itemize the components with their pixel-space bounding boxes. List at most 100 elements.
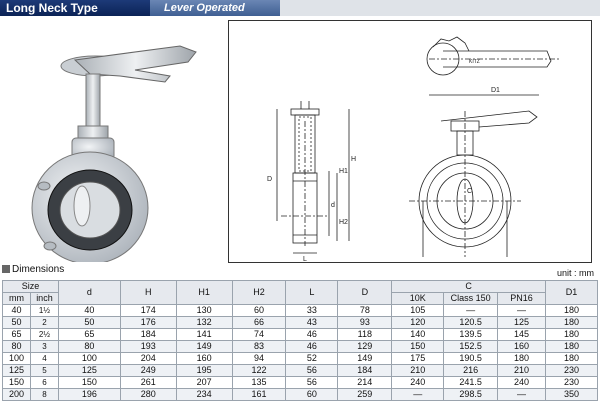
cell-c-class150: 139.5 [443,328,499,341]
front-view-drawing [409,94,539,257]
cell-inch: 6 [29,376,59,389]
valve-photo [31,45,197,262]
page-subtitle: Lever Operated [150,0,280,16]
label-small-d: d [331,202,335,209]
cell-c-pn16: 160 [497,340,547,353]
cell-h1: 130 [175,304,233,317]
cell-d1: 180 [545,304,598,317]
table-row: 80 3 80 193 149 83 46 129 150 152.5 160 … [2,340,598,353]
cell-h: 193 [119,340,177,353]
cell-d1: 230 [545,376,598,389]
cell-l: 52 [285,352,339,365]
cell-d1: 180 [545,328,598,341]
dimensions-table: Size d H H1 H2 L D C D1 mm inch 10K Clas… [2,280,598,401]
cell-c-pn16: 210 [497,364,547,377]
cell-inch: 4 [29,352,59,365]
header-c-pn16: PN16 [497,292,547,305]
table-row: 125 5 125 249 195 122 56 184 210 216 210… [2,364,598,377]
cell-h2: 74 [231,328,287,341]
cell-h1: 149 [175,340,233,353]
bullet-square-icon [2,265,10,273]
cell-dd: 259 [337,388,393,401]
cell-h: 204 [119,352,177,365]
cell-h2: 135 [231,376,287,389]
cell-h1: 132 [175,316,233,329]
table-row: 200 8 196 280 234 161 60 259 — 298.5 — 3… [2,388,598,401]
cell-l: 60 [285,388,339,401]
label-d1: D1 [491,87,500,94]
cell-inch: 5 [29,364,59,377]
cell-dd: 78 [337,304,393,317]
cell-dd: 118 [337,328,393,341]
cell-h: 249 [119,364,177,377]
cell-c-pn16: 145 [497,328,547,341]
table-row: 40 1½ 40 174 130 60 33 78 105 — — 180 [2,304,598,317]
cell-dd: 93 [337,316,393,329]
cell-h2: 60 [231,304,287,317]
cell-mm: 80 [2,340,31,353]
cell-l: 56 [285,364,339,377]
cell-h1: 160 [175,352,233,365]
cell-c-class150: 216 [443,364,499,377]
cell-mm: 50 [2,316,31,329]
label-h2: H2 [339,219,348,226]
section-title: Dimensions [2,264,64,276]
cell-h1: 195 [175,364,233,377]
cell-l: 43 [285,316,339,329]
cell-c-10k: 240 [391,376,445,389]
cell-c-class150: 190.5 [443,352,499,365]
cell-dd: 149 [337,352,393,365]
cell-mm: 150 [2,376,31,389]
page-title: Long Neck Type [0,0,150,16]
cell-h2: 66 [231,316,287,329]
cell-h: 184 [119,328,177,341]
cell-c-10k: 105 [391,304,445,317]
label-h: H [351,156,356,163]
cell-d1: 180 [545,352,598,365]
cell-c-pn16: 180 [497,352,547,365]
unit-label: unit : mm [556,268,594,278]
header-h1: H1 [175,280,233,305]
cell-h2: 122 [231,364,287,377]
header-c: C [391,280,547,293]
cell-d: 196 [57,388,121,401]
cell-d1: 230 [545,364,598,377]
label-h1: H1 [339,168,348,175]
cell-c-10k: — [391,388,445,401]
table-row: 65 2½ 65 184 141 74 46 118 140 139.5 145… [2,328,598,341]
cell-l: 46 [285,328,339,341]
header-size: Size [2,280,59,293]
table-row: 150 6 150 261 207 135 56 214 240 241.5 2… [2,376,598,389]
header-d1: D1 [545,280,598,305]
cell-d: 125 [57,364,121,377]
cell-d: 100 [57,352,121,365]
cell-h: 280 [119,388,177,401]
cell-mm: 40 [2,304,31,317]
cell-h2: 94 [231,352,287,365]
cell-mm: 65 [2,328,31,341]
cell-c-pn16: — [497,388,547,401]
cell-d: 50 [57,316,121,329]
cell-l: 33 [285,304,339,317]
cell-h1: 141 [175,328,233,341]
cell-d: 150 [57,376,121,389]
cell-h2: 161 [231,388,287,401]
kitz-logo: KITZ [469,59,480,65]
header-inch: inch [29,292,59,305]
cell-d1: 180 [545,340,598,353]
cell-inch: 2½ [29,328,59,341]
cell-c-10k: 175 [391,352,445,365]
label-d: D [267,176,272,183]
label-c: C [467,188,472,195]
cell-dd: 129 [337,340,393,353]
cell-c-10k: 150 [391,340,445,353]
cell-c-class150: 298.5 [443,388,499,401]
header-dd: D [337,280,393,305]
cell-h1: 234 [175,388,233,401]
cell-c-pn16: — [497,304,547,317]
header-c-10k: 10K [391,292,445,305]
cell-c-10k: 120 [391,316,445,329]
header-mm: mm [2,292,31,305]
cell-c-class150: 120.5 [443,316,499,329]
cell-l: 46 [285,340,339,353]
